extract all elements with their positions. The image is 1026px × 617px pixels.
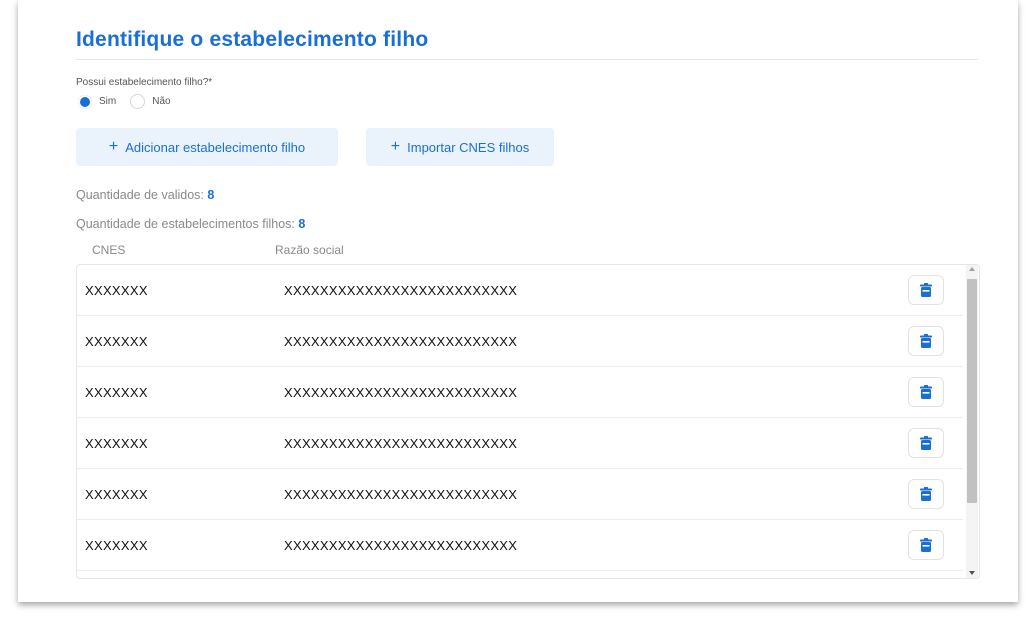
radio-option-nao[interactable]: Não [130,94,171,109]
table-scrollbar[interactable] [966,265,978,578]
delete-row-button[interactable] [908,275,944,305]
child-count-value: 8 [298,217,306,231]
razao-social-cell: XXXXXXXXXXXXXXXXXXXXXXXXXX [284,384,518,400]
add-child-establishment-label: Adicionar estabelecimento filho [125,139,306,155]
delete-row-button[interactable] [908,428,944,458]
import-cnes-label: Importar CNES filhos [407,139,530,155]
razao-social-cell: XXXXXXXXXXXXXXXXXXXXXXXXXX [284,486,518,502]
table-row: XXXXXXX XXXXXXXXXXXXXXXXXXXXXXXXXX [77,316,963,367]
child-establishments-table: XXXXXXX XXXXXXXXXXXXXXXXXXXXXXXXXX XXXXX… [76,264,980,579]
delete-row-button[interactable] [908,479,944,509]
radio-unselected-icon[interactable] [130,94,146,109]
column-header-cnes: CNES [92,243,126,257]
add-child-establishment-button[interactable]: + Adicionar estabelecimento filho [76,128,338,166]
razao-social-cell: XXXXXXXXXXXXXXXXXXXXXXXXXX [284,333,518,349]
trash-icon [920,385,932,399]
import-cnes-button[interactable]: + Importar CNES filhos [366,128,554,166]
form-card: Identifique o estabelecimento filho Poss… [18,0,1018,602]
table-row: XXXXXXX XXXXXXXXXXXXXXXXXXXXXXXXXX [77,367,963,418]
delete-row-button[interactable] [908,377,944,407]
title-divider [76,59,978,60]
scrollbar-thumb[interactable] [967,279,977,503]
valid-count: Quantidade de validos: 8 [76,188,214,202]
valid-count-label: Quantidade de validos: [76,188,204,202]
scroll-up-arrow-icon[interactable] [969,267,975,271]
column-header-razao-social: Razão social [275,243,344,257]
cnes-cell: XXXXXXX [85,282,148,298]
cnes-cell: XXXXXXX [85,435,148,451]
delete-row-button[interactable] [908,530,944,560]
trash-icon [920,283,932,297]
trash-icon [920,487,932,501]
valid-count-value: 8 [207,188,215,202]
table-row: XXXXXXX XXXXXXXXXXXXXXXXXXXXXXXXXX [77,265,963,316]
cnes-cell: XXXXXXX [85,537,148,553]
has-child-radio-group: Sim Não [78,94,185,109]
cnes-cell: XXXXXXX [85,486,148,502]
cnes-cell: XXXXXXX [85,384,148,400]
radio-option-sim[interactable]: Sim [78,94,117,109]
razao-social-cell: XXXXXXXXXXXXXXXXXXXXXXXXXX [284,537,518,553]
delete-row-button[interactable] [908,326,944,356]
table-row-partial [77,571,963,578]
scroll-down-arrow-icon[interactable] [969,571,975,575]
table-row: XXXXXXX XXXXXXXXXXXXXXXXXXXXXXXXXX [77,469,963,520]
cnes-cell: XXXXXXX [85,333,148,349]
table-row: XXXXXXX XXXXXXXXXXXXXXXXXXXXXXXXXX [77,418,963,469]
has-child-question: Possui estabelecimento filho?* [76,77,213,88]
trash-icon [920,436,932,450]
child-count: Quantidade de estabelecimentos filhos: 8 [76,217,305,231]
plus-icon: + [108,138,119,155]
razao-social-cell: XXXXXXXXXXXXXXXXXXXXXXXXXX [284,435,518,451]
razao-social-cell: XXXXXXXXXXXXXXXXXXXXXXXXXX [284,282,518,298]
section-title: Identifique o estabelecimento filho [76,28,429,51]
plus-icon: + [390,138,401,155]
trash-icon [920,334,932,348]
child-count-label: Quantidade de estabelecimentos filhos: [76,217,295,231]
radio-label-nao: Não [152,96,171,107]
trash-icon [920,538,932,552]
radio-selected-icon[interactable] [78,94,92,109]
radio-label-sim: Sim [99,96,117,107]
table-row: XXXXXXX XXXXXXXXXXXXXXXXXXXXXXXXXX [77,520,963,571]
